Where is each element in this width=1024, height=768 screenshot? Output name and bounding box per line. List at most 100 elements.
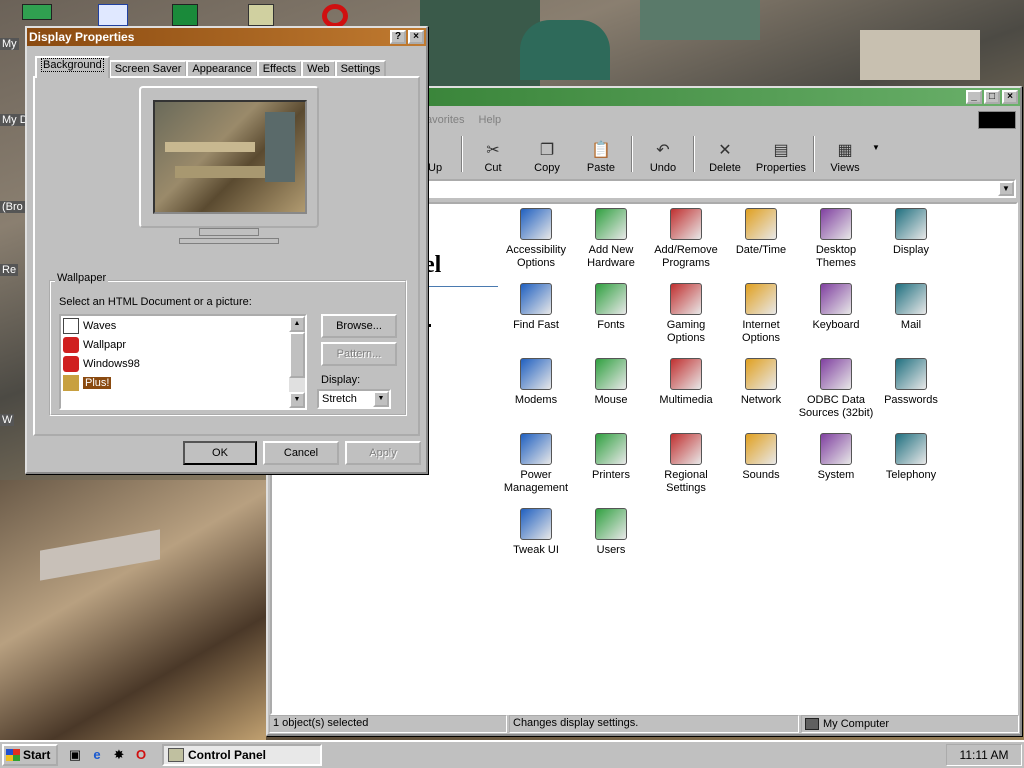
wallpaper-list[interactable]: Waves Wallpapr Windows98 Plus! ▲ ▼	[59, 314, 307, 410]
taskbar-control-panel[interactable]: Control Panel	[162, 744, 322, 766]
undo-icon: ↶	[656, 142, 670, 159]
chevron-down-icon[interactable]: ▼	[373, 391, 389, 407]
cp-item-add-hardware[interactable]: Add New Hardware	[573, 208, 649, 270]
list-item[interactable]: Waves	[61, 316, 305, 335]
scroll-up-icon[interactable]: ▲	[289, 316, 305, 332]
cp-item-fonts[interactable]: Fonts	[573, 283, 649, 332]
monitor-stand	[199, 228, 259, 236]
address-input[interactable]: ▼	[426, 179, 1016, 198]
address-dropdown-icon[interactable]: ▼	[998, 181, 1014, 196]
list-item[interactable]: Wallpapr	[61, 335, 305, 354]
cp-item-odbc[interactable]: ODBC Data Sources (32bit)	[798, 358, 874, 420]
cp-item-multimedia[interactable]: Multimedia	[648, 358, 724, 407]
close-button[interactable]: ×	[1002, 90, 1018, 104]
minimize-button[interactable]: _	[966, 90, 982, 104]
find-fast-icon	[520, 283, 552, 315]
toolbar-paste-button[interactable]: 📋 Paste	[574, 134, 628, 174]
monitor-base	[179, 238, 279, 244]
odbc-icon	[820, 358, 852, 390]
cp-item-label: Add New Hardware	[587, 244, 635, 269]
cp-item-internet[interactable]: Internet Options	[723, 283, 799, 345]
cp-item-mail[interactable]: Mail	[873, 283, 949, 332]
power-icon	[520, 433, 552, 465]
excel-icon[interactable]	[172, 4, 198, 26]
list-item[interactable]: Windows98	[61, 354, 305, 373]
cp-item-regional[interactable]: Regional Settings	[648, 433, 724, 495]
mail-icon[interactable]	[98, 4, 128, 26]
cp-item-gaming[interactable]: Gaming Options	[648, 283, 724, 345]
cp-item-users[interactable]: Users	[573, 508, 649, 557]
cp-item-sounds[interactable]: Sounds	[723, 433, 799, 482]
toolbar-up-button[interactable]: Up	[428, 134, 458, 174]
dialog-title: Display Properties	[29, 30, 135, 44]
toolbar-undo-button[interactable]: ↶ Undo	[636, 134, 690, 174]
cp-item-add-remove-programs[interactable]: Add/Remove Programs	[648, 208, 724, 270]
toolbar-delete-button[interactable]: ✕ Delete	[698, 134, 752, 174]
cp-item-printers[interactable]: Printers	[573, 433, 649, 482]
toolbar-separator	[693, 136, 695, 172]
list-scrollbar[interactable]: ▲ ▼	[289, 316, 305, 408]
toolbar-separator	[813, 136, 815, 172]
cp-item-label: Telephony	[885, 469, 937, 481]
cp-item-power[interactable]: Power Management	[498, 433, 574, 495]
cp-item-find-fast[interactable]: Find Fast	[498, 283, 574, 332]
menu-favorites[interactable]: avorites	[426, 114, 465, 126]
cp-item-mouse[interactable]: Mouse	[573, 358, 649, 407]
toolbar-views-button[interactable]: ▦ Views	[818, 134, 872, 174]
help-button[interactable]: ?	[390, 30, 406, 44]
toolbar-cut-button[interactable]: ✂ Cut	[466, 134, 520, 174]
toolbar-copy-button[interactable]: ❐ Copy	[520, 134, 574, 174]
opera-icon[interactable]: O	[132, 746, 150, 764]
display-properties-dialog[interactable]: Display Properties ? × Background Screen…	[25, 26, 428, 474]
desktop-themes-icon	[820, 208, 852, 240]
tab-background[interactable]: Background	[35, 56, 110, 78]
pattern-button[interactable]: Pattern...	[321, 342, 397, 366]
start-button[interactable]: Start	[2, 744, 58, 766]
add-hardware-icon	[595, 208, 627, 240]
channels-icon[interactable]: ✸	[110, 746, 128, 764]
display-mode-select[interactable]: Stretch ▼	[317, 389, 391, 409]
properties-icon: ▤	[773, 142, 789, 159]
paste-icon: 📋	[591, 142, 611, 159]
list-item-selected[interactable]: Plus!	[61, 373, 305, 392]
desktop-icon-label[interactable]: My	[0, 38, 19, 50]
clock[interactable]: 11:11 AM	[946, 744, 1022, 766]
ok-button[interactable]: OK	[183, 441, 257, 465]
cp-item-date-time[interactable]: Date/Time	[723, 208, 799, 257]
ie-icon[interactable]: e	[88, 746, 106, 764]
cp-item-display[interactable]: Display	[873, 208, 949, 257]
network-icon	[745, 358, 777, 390]
views-dropdown-icon[interactable]: ▼	[872, 143, 880, 152]
menu-help[interactable]: Help	[479, 114, 502, 126]
cp-item-accessibility[interactable]: Accessibility Options	[498, 208, 574, 270]
opera-icon[interactable]	[322, 4, 348, 28]
dialog-titlebar[interactable]: Display Properties ? ×	[27, 28, 426, 46]
network-icon[interactable]	[22, 4, 52, 20]
cp-item-passwords[interactable]: Passwords	[873, 358, 949, 407]
cut-icon: ✂	[486, 142, 500, 159]
app-icon[interactable]	[248, 4, 274, 26]
cp-item-tweakui[interactable]: Tweak UI	[498, 508, 574, 557]
cp-item-telephony[interactable]: Telephony	[873, 433, 949, 482]
desktop-icon[interactable]: ▣	[66, 746, 84, 764]
cancel-button[interactable]: Cancel	[263, 441, 339, 465]
apply-button[interactable]: Apply	[345, 441, 421, 465]
toolbar-separator	[461, 136, 463, 172]
keyboard-icon	[820, 283, 852, 315]
windows-flag-icon	[6, 749, 20, 761]
maximize-button[interactable]: □	[984, 90, 1000, 104]
cp-item-modems[interactable]: Modems	[498, 358, 574, 407]
toolbar-properties-button[interactable]: ▤ Properties	[752, 134, 810, 174]
browse-button[interactable]: Browse...	[321, 314, 397, 338]
desktop-icon-label[interactable]: Re	[0, 264, 19, 276]
scroll-thumb[interactable]	[289, 332, 305, 378]
desktop-icon-label[interactable]: W	[0, 414, 15, 426]
scroll-down-icon[interactable]: ▼	[289, 392, 305, 408]
cp-item-system[interactable]: System	[798, 433, 874, 482]
cp-item-network[interactable]: Network	[723, 358, 799, 407]
desktop-icon-label[interactable]: (Bro	[0, 201, 25, 213]
cp-item-keyboard[interactable]: Keyboard	[798, 283, 874, 332]
wallpaper-preview	[153, 100, 307, 214]
cp-item-desktop-themes[interactable]: Desktop Themes	[798, 208, 874, 270]
close-button[interactable]: ×	[408, 30, 424, 44]
